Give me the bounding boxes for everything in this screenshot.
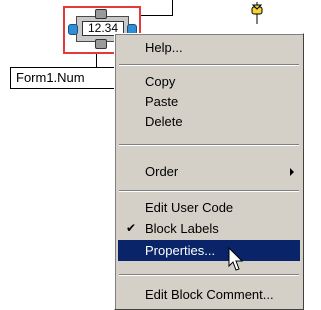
- menu-separator: [119, 190, 299, 192]
- menu-item-label: Delete: [145, 114, 183, 129]
- wire-connector: [141, 15, 172, 16]
- menu-item-label: Help...: [145, 40, 183, 55]
- menu-item-label: Copy: [145, 74, 176, 89]
- menu-item-edit-user-code[interactable]: Edit User Code: [118, 197, 300, 218]
- menu-item-delete[interactable]: Delete: [118, 111, 300, 132]
- mouse-pointer-icon: [228, 247, 244, 271]
- menu-item-label: Properties...: [145, 243, 216, 258]
- context-menu: Help... Copy Paste Delete Order Edit Use…: [114, 33, 304, 310]
- menu-item-label: Paste: [145, 94, 179, 109]
- menu-item-label: Edit Block Comment...: [145, 287, 274, 302]
- menu-item-label: Order: [145, 164, 179, 179]
- menu-item-edit-block-comment[interactable]: Edit Block Comment...: [118, 284, 300, 305]
- menu-separator: [119, 64, 299, 66]
- checkmark-icon: ✔: [126, 221, 137, 235]
- menu-item-help[interactable]: Help...: [118, 37, 300, 58]
- submenu-arrow-icon: [290, 168, 294, 176]
- menu-item-copy[interactable]: Copy: [118, 71, 300, 92]
- yellow-block-icon[interactable]: [250, 2, 264, 24]
- block-left-port[interactable]: [68, 24, 78, 35]
- diagram-canvas[interactable]: 12.34 Form1.Num Help... Copy Paste Delet…: [0, 0, 321, 310]
- menu-item-label: Edit User Code: [145, 200, 234, 215]
- block-bottom-port[interactable]: [95, 39, 107, 49]
- menu-item-properties[interactable]: Properties...: [118, 240, 300, 261]
- label-connector: [96, 54, 97, 67]
- menu-item-label: Block Labels: [145, 221, 219, 236]
- menu-separator: [119, 274, 299, 276]
- menu-item-block-labels[interactable]: ✔ Block Labels: [118, 218, 300, 239]
- form-label-box[interactable]: Form1.Num: [10, 67, 122, 89]
- menu-item-order[interactable]: Order: [118, 161, 300, 182]
- block-top-port[interactable]: [95, 9, 107, 19]
- wire-vertical: [172, 0, 173, 16]
- menu-item-paste[interactable]: Paste: [118, 91, 300, 112]
- menu-separator: [119, 144, 299, 146]
